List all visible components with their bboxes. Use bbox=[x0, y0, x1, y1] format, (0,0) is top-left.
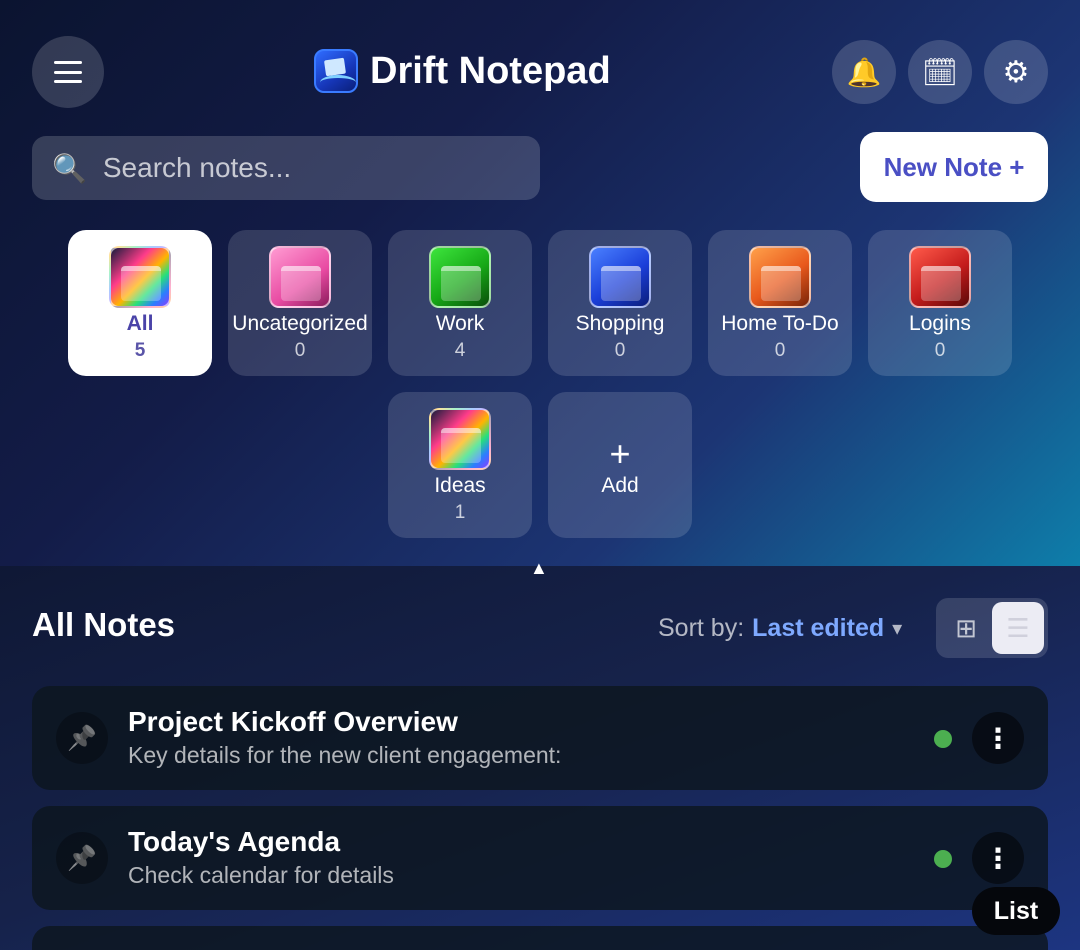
status-dot bbox=[934, 850, 952, 868]
pin-icon: 📌 bbox=[67, 724, 97, 752]
category-uncategorized[interactable]: Uncategorized 0 bbox=[228, 230, 372, 376]
category-count: 1 bbox=[454, 502, 466, 523]
blue-folder-icon bbox=[589, 246, 651, 308]
search-bar: 🔍 bbox=[32, 136, 540, 200]
category-ideas[interactable]: Ideas 1 bbox=[388, 392, 532, 538]
category-name: Uncategorized bbox=[232, 312, 368, 335]
search-input[interactable] bbox=[102, 136, 540, 200]
category-work[interactable]: Work 4 bbox=[388, 230, 532, 376]
category-name: All bbox=[126, 312, 154, 335]
pin-button[interactable]: 📌 bbox=[56, 832, 108, 884]
category-name: Home To-Do bbox=[721, 312, 839, 335]
pin-button[interactable]: 📌 bbox=[56, 712, 108, 764]
list-icon: ☰ bbox=[1006, 612, 1030, 643]
pin-icon: 📌 bbox=[67, 844, 97, 872]
sort-dropdown[interactable]: Sort by: Last edited ▾ bbox=[658, 614, 902, 644]
category-shopping[interactable]: Shopping 0 bbox=[548, 230, 692, 376]
note-card[interactable] bbox=[32, 926, 1048, 950]
menu-button[interactable] bbox=[32, 36, 104, 108]
category-all[interactable]: All 5 bbox=[68, 230, 212, 376]
category-name: Work bbox=[435, 312, 485, 335]
status-dot bbox=[934, 730, 952, 748]
plus-icon: + bbox=[609, 433, 631, 474]
app-title-group: Drift Notepad bbox=[314, 48, 611, 94]
notifications-button[interactable]: 🔔 bbox=[832, 40, 896, 104]
list-view-button[interactable]: ☰ bbox=[992, 602, 1044, 654]
category-count: 5 bbox=[134, 340, 146, 361]
rainbow-folder-icon bbox=[429, 408, 491, 470]
note-title: Project Kickoff Overview bbox=[128, 706, 458, 737]
category-count: 0 bbox=[934, 340, 946, 361]
note-title: Today's Agenda bbox=[128, 826, 341, 857]
pink-folder-icon bbox=[269, 246, 331, 308]
add-category-label: Add bbox=[601, 474, 639, 497]
category-count: 0 bbox=[614, 340, 626, 361]
app-title: Drift Notepad bbox=[370, 49, 611, 92]
note-preview: Key details for the new client engagemen… bbox=[128, 742, 562, 768]
hamburger-menu-icon bbox=[54, 61, 82, 83]
green-folder-icon bbox=[429, 246, 491, 308]
note-card[interactable]: 📌 Project Kickoff Overview Key details f… bbox=[32, 686, 1048, 790]
note-options-button[interactable]: ⋮ bbox=[972, 832, 1024, 884]
note-preview: Check calendar for details bbox=[128, 862, 394, 888]
bell-icon: 🔔 bbox=[846, 56, 882, 88]
app-logo bbox=[314, 49, 358, 93]
collapse-categories-button[interactable]: ▲ bbox=[530, 558, 548, 579]
note-card[interactable]: 📌 Today's Agenda Check calendar for deta… bbox=[32, 806, 1048, 910]
category-home-todo[interactable]: Home To-Do 0 bbox=[708, 230, 852, 376]
sort-value: Last edited bbox=[752, 614, 885, 642]
category-count: 4 bbox=[454, 340, 466, 361]
category-name: Shopping bbox=[575, 312, 665, 335]
sort-label: Sort by: bbox=[658, 614, 745, 642]
more-vertical-icon: ⋮ bbox=[984, 842, 1012, 874]
category-name: Logins bbox=[909, 312, 971, 335]
category-count: 0 bbox=[294, 340, 306, 361]
category-name: Ideas bbox=[434, 474, 486, 497]
calendar-icon: 🗓 bbox=[922, 56, 958, 88]
view-toggle: ⊞ ☰ bbox=[936, 598, 1048, 658]
add-category-button[interactable]: + Add bbox=[548, 392, 692, 538]
chevron-down-icon: ▾ bbox=[892, 618, 903, 640]
grid-icon: ⊞ bbox=[955, 612, 977, 643]
rainbow-folder-icon bbox=[109, 246, 171, 308]
grid-view-button[interactable]: ⊞ bbox=[940, 602, 992, 654]
new-note-button[interactable]: New Note + bbox=[860, 132, 1048, 202]
more-vertical-icon: ⋮ bbox=[984, 722, 1012, 754]
view-tooltip: List bbox=[972, 887, 1060, 935]
orange-folder-icon bbox=[749, 246, 811, 308]
note-options-button[interactable]: ⋮ bbox=[972, 712, 1024, 764]
section-title: All Notes bbox=[32, 606, 176, 643]
gear-icon: ⚙ bbox=[1002, 55, 1030, 89]
search-icon: 🔍 bbox=[52, 152, 87, 184]
category-count: 0 bbox=[774, 340, 786, 361]
settings-button[interactable]: ⚙ bbox=[984, 40, 1048, 104]
red-folder-icon bbox=[909, 246, 971, 308]
category-logins[interactable]: Logins 0 bbox=[868, 230, 1012, 376]
calendar-button[interactable]: 🗓 bbox=[908, 40, 972, 104]
